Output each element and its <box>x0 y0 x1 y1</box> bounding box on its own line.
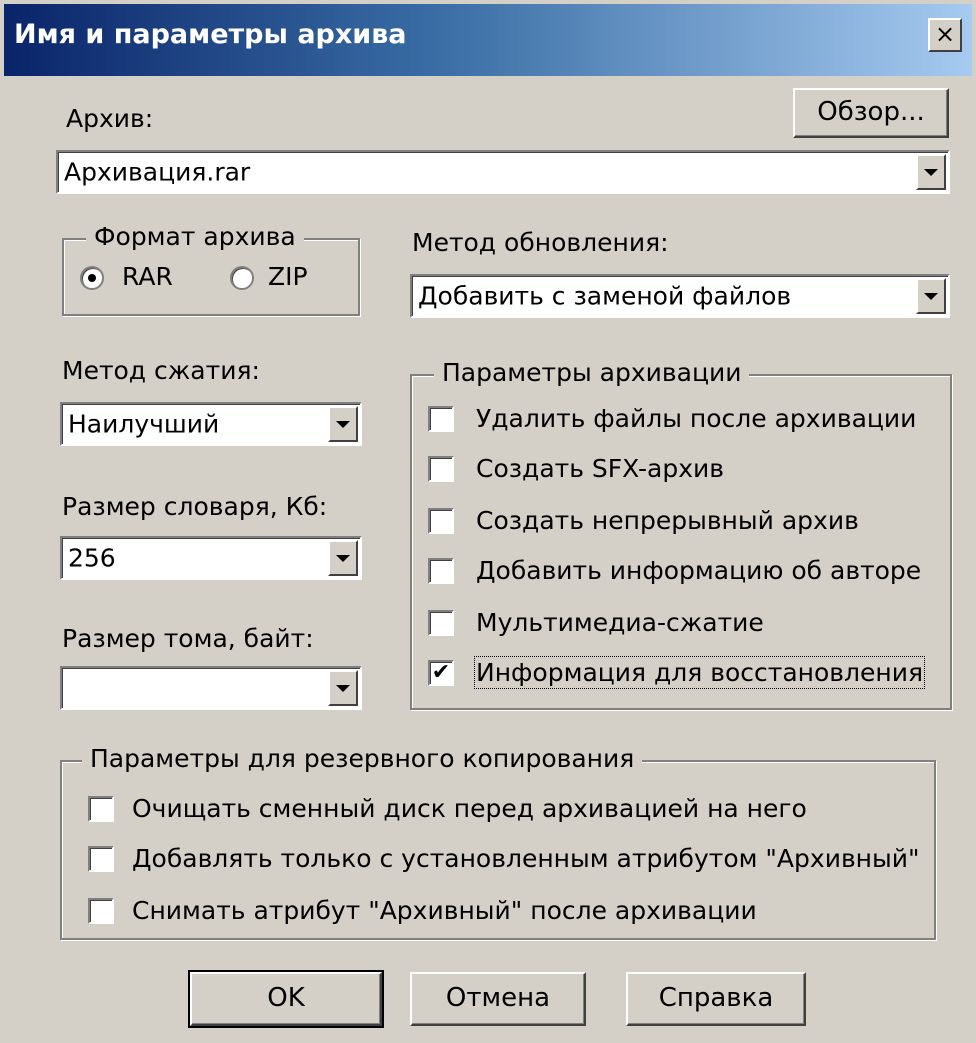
update-method-label: Метод обновления: <box>412 228 669 257</box>
format-legend: Формат архива <box>86 222 304 251</box>
update-method-value: Добавить с заменой файлов <box>418 281 792 311</box>
author-info-label[interactable]: Добавить информацию об авторе <box>476 556 921 585</box>
multimedia-checkbox[interactable] <box>428 610 454 636</box>
wipe-disk-label[interactable]: Очищать сменный диск перед архивацией на… <box>132 794 807 823</box>
archive-name-value: Архивация.rar <box>64 157 251 187</box>
browse-button[interactable]: Обзор... <box>793 88 949 138</box>
recovery-record-label[interactable]: Информация для восстановления <box>473 656 926 689</box>
clear-attr-checkbox[interactable] <box>88 898 114 924</box>
radio-rar[interactable] <box>80 266 104 290</box>
compression-value: Наилучший <box>68 409 220 439</box>
title-bar[interactable]: Имя и параметры архива × <box>4 4 972 76</box>
clear-attr-label[interactable]: Снимать атрибут "Архивный" после архивац… <box>132 896 757 925</box>
ok-button[interactable]: OK <box>188 970 384 1028</box>
chevron-down-icon[interactable] <box>328 670 358 706</box>
delete-files-label[interactable]: Удалить файлы после архивации <box>476 404 916 433</box>
delete-files-checkbox[interactable] <box>428 406 454 432</box>
radio-rar-label[interactable]: RAR <box>122 262 173 291</box>
volume-select[interactable] <box>60 666 362 710</box>
archive-name-combobox[interactable]: Архивация.rar <box>56 150 950 194</box>
dialog-title: Имя и параметры архива <box>14 19 407 50</box>
archive-attr-only-label[interactable]: Добавлять только с установленным атрибут… <box>132 844 920 873</box>
help-button[interactable]: Справка <box>626 972 806 1026</box>
radio-zip-label[interactable]: ZIP <box>268 262 308 291</box>
archive-attr-only-checkbox[interactable] <box>88 846 114 872</box>
chevron-down-icon[interactable] <box>328 406 358 442</box>
dictionary-label: Размер словаря, Кб: <box>62 492 328 521</box>
update-method-select[interactable]: Добавить с заменой файлов <box>410 274 950 318</box>
volume-label: Размер тома, байт: <box>62 624 314 653</box>
archive-label: Архив: <box>66 104 154 133</box>
solid-archive-checkbox[interactable] <box>428 508 454 534</box>
solid-archive-label[interactable]: Создать непрерывный архив <box>476 506 859 535</box>
backup-params-legend: Параметры для резервного копирования <box>82 744 643 773</box>
chevron-down-icon[interactable] <box>916 278 946 314</box>
compression-select[interactable]: Наилучший <box>60 402 362 446</box>
checkmark-icon: ✔ <box>431 660 451 685</box>
author-info-checkbox[interactable] <box>428 558 454 584</box>
compression-label: Метод сжатия: <box>62 356 260 385</box>
sfx-checkbox[interactable] <box>428 456 454 482</box>
dictionary-select[interactable]: 256 <box>60 536 362 580</box>
archive-params-legend: Параметры архивации <box>434 358 750 387</box>
chevron-down-icon[interactable] <box>916 154 946 190</box>
wipe-disk-checkbox[interactable] <box>88 796 114 822</box>
close-button[interactable]: × <box>928 18 962 52</box>
recovery-record-checkbox[interactable]: ✔ <box>428 660 454 686</box>
multimedia-label[interactable]: Мультимедиа-сжатие <box>476 608 764 637</box>
archive-dialog: Имя и параметры архива × Архив: Обзор...… <box>0 0 976 1043</box>
radio-zip[interactable] <box>230 266 254 290</box>
sfx-label[interactable]: Создать SFX-архив <box>476 454 724 483</box>
cancel-button[interactable]: Отмена <box>410 972 586 1026</box>
chevron-down-icon[interactable] <box>328 540 358 576</box>
dictionary-value: 256 <box>68 543 116 573</box>
